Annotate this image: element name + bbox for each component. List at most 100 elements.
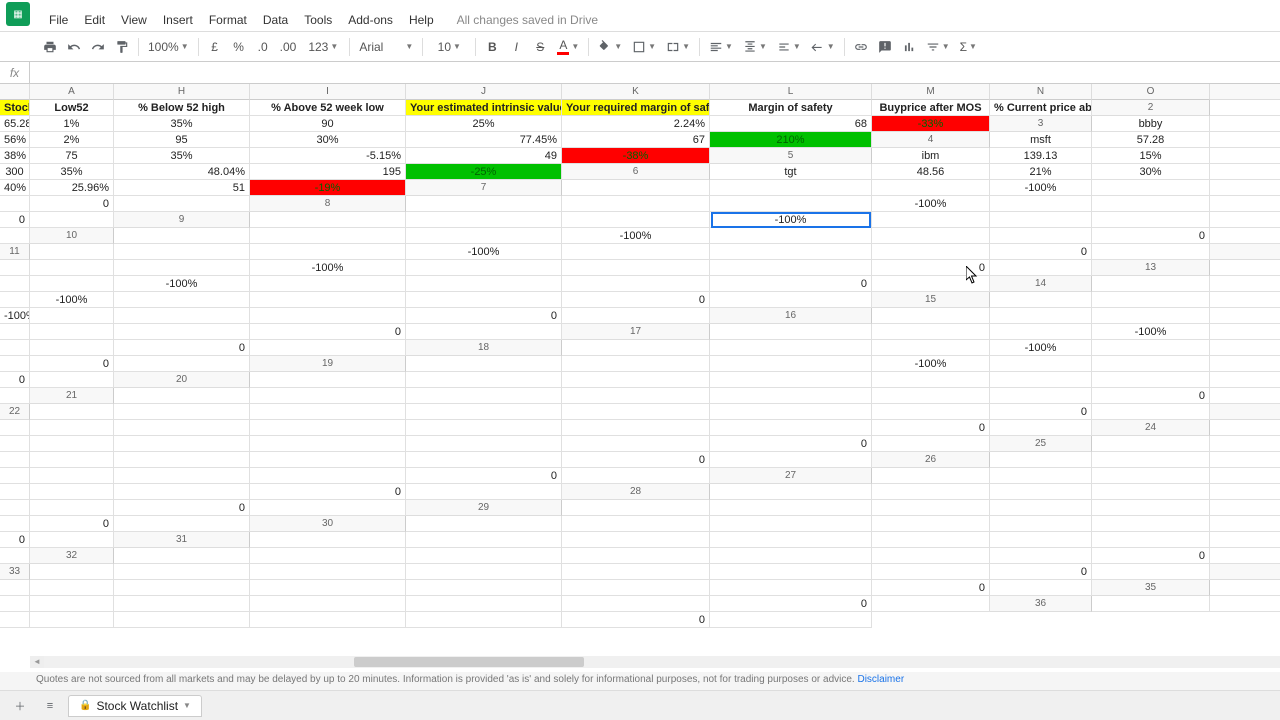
cell[interactable]: 25.96%	[30, 180, 114, 196]
cell[interactable]	[710, 228, 872, 244]
header-cell[interactable]: % Current price above/below buypri	[990, 100, 1092, 116]
cell[interactable]	[1210, 324, 1280, 340]
cell[interactable]	[250, 276, 406, 292]
cell[interactable]: 0	[30, 356, 114, 372]
chart-icon[interactable]	[899, 36, 919, 58]
cell[interactable]	[30, 308, 114, 324]
cell[interactable]: 40%	[0, 180, 30, 196]
cell[interactable]: 210%	[710, 132, 872, 148]
link-icon[interactable]	[851, 36, 871, 58]
row-header[interactable]: 8	[250, 196, 406, 212]
redo-icon[interactable]	[88, 36, 108, 58]
cell[interactable]: 21%	[990, 164, 1092, 180]
column-header[interactable]: A	[30, 84, 114, 100]
cell[interactable]	[872, 372, 990, 388]
cell[interactable]	[990, 484, 1092, 500]
cell[interactable]	[30, 532, 114, 548]
cell[interactable]	[710, 372, 872, 388]
menu-addons[interactable]: Add-ons	[341, 10, 400, 30]
cell[interactable]: 1%	[30, 116, 114, 132]
row-header[interactable]: 33	[0, 564, 30, 580]
cell[interactable]	[710, 612, 872, 628]
cell[interactable]	[1092, 404, 1210, 420]
cell[interactable]	[406, 516, 562, 532]
cell[interactable]	[872, 564, 990, 580]
cell[interactable]	[1210, 420, 1280, 436]
cell[interactable]: -100%	[406, 244, 562, 260]
cell[interactable]: 0	[114, 340, 250, 356]
cell[interactable]	[872, 388, 990, 404]
row-header[interactable]: 28	[562, 484, 710, 500]
cell[interactable]	[1210, 436, 1280, 452]
cell[interactable]	[250, 292, 406, 308]
percent-button[interactable]: %	[229, 36, 249, 58]
cell[interactable]	[114, 596, 250, 612]
text-color-button[interactable]: A▼	[554, 36, 582, 58]
cell[interactable]	[1210, 596, 1280, 612]
cell[interactable]	[0, 468, 30, 484]
cell[interactable]	[1210, 340, 1280, 356]
decrease-decimal-button[interactable]: .0	[253, 36, 273, 58]
cell[interactable]: -100%	[990, 340, 1092, 356]
cell[interactable]	[250, 212, 406, 228]
column-header[interactable]: H	[114, 84, 250, 100]
cell[interactable]	[562, 500, 710, 516]
cell[interactable]: ibm	[872, 148, 990, 164]
cell[interactable]	[406, 612, 562, 628]
header-cell[interactable]: % Above 52 week low	[250, 100, 406, 116]
cell[interactable]	[990, 420, 1092, 436]
cell[interactable]	[114, 292, 250, 308]
cell[interactable]: bbby	[1092, 116, 1210, 132]
cell[interactable]: 0	[872, 580, 990, 596]
cell[interactable]: -100%	[0, 308, 30, 324]
cell[interactable]	[872, 436, 990, 452]
cell[interactable]: 0	[562, 452, 710, 468]
cell[interactable]: 0	[406, 308, 562, 324]
cell[interactable]	[114, 612, 250, 628]
cell[interactable]	[406, 276, 562, 292]
cell[interactable]	[710, 452, 872, 468]
cell[interactable]: 0	[1092, 548, 1210, 564]
cell[interactable]: 15%	[1092, 148, 1210, 164]
cell[interactable]	[0, 324, 30, 340]
cell[interactable]	[0, 340, 30, 356]
row-header[interactable]: 18	[406, 340, 562, 356]
number-format-select[interactable]: 123▼	[303, 36, 343, 58]
cell[interactable]	[0, 484, 30, 500]
cell[interactable]	[872, 404, 990, 420]
row-header[interactable]: 16	[710, 308, 872, 324]
cell[interactable]: 68	[710, 116, 872, 132]
cell[interactable]	[406, 212, 562, 228]
cell[interactable]: 0	[562, 292, 710, 308]
cell[interactable]: 0	[990, 564, 1092, 580]
cell[interactable]	[990, 500, 1092, 516]
cell[interactable]	[30, 324, 114, 340]
halign-button[interactable]: ▼	[706, 36, 736, 58]
cell[interactable]: 0	[710, 436, 872, 452]
menu-tools[interactable]: Tools	[297, 10, 339, 30]
row-header[interactable]: 6	[562, 164, 710, 180]
cell[interactable]	[1210, 548, 1280, 564]
cell[interactable]	[562, 388, 710, 404]
cell[interactable]	[250, 308, 406, 324]
cell[interactable]: -25%	[406, 164, 562, 180]
all-sheets-button[interactable]: ≡	[38, 694, 62, 718]
cell[interactable]	[562, 372, 710, 388]
cell[interactable]	[406, 532, 562, 548]
cell[interactable]	[250, 564, 406, 580]
cell[interactable]	[114, 324, 250, 340]
cell[interactable]	[990, 308, 1092, 324]
cell[interactable]	[250, 372, 406, 388]
cell[interactable]	[406, 548, 562, 564]
zoom-select[interactable]: 100%▼	[145, 36, 192, 58]
cell[interactable]	[562, 548, 710, 564]
menu-data[interactable]: Data	[256, 10, 295, 30]
cell[interactable]	[872, 180, 990, 196]
column-header[interactable]: J	[406, 84, 562, 100]
cell[interactable]	[872, 340, 990, 356]
formula-input[interactable]	[30, 62, 1280, 83]
cell[interactable]	[1210, 580, 1280, 596]
paint-format-icon[interactable]	[112, 36, 132, 58]
row-header[interactable]: 4	[872, 132, 990, 148]
cell[interactable]	[710, 356, 872, 372]
